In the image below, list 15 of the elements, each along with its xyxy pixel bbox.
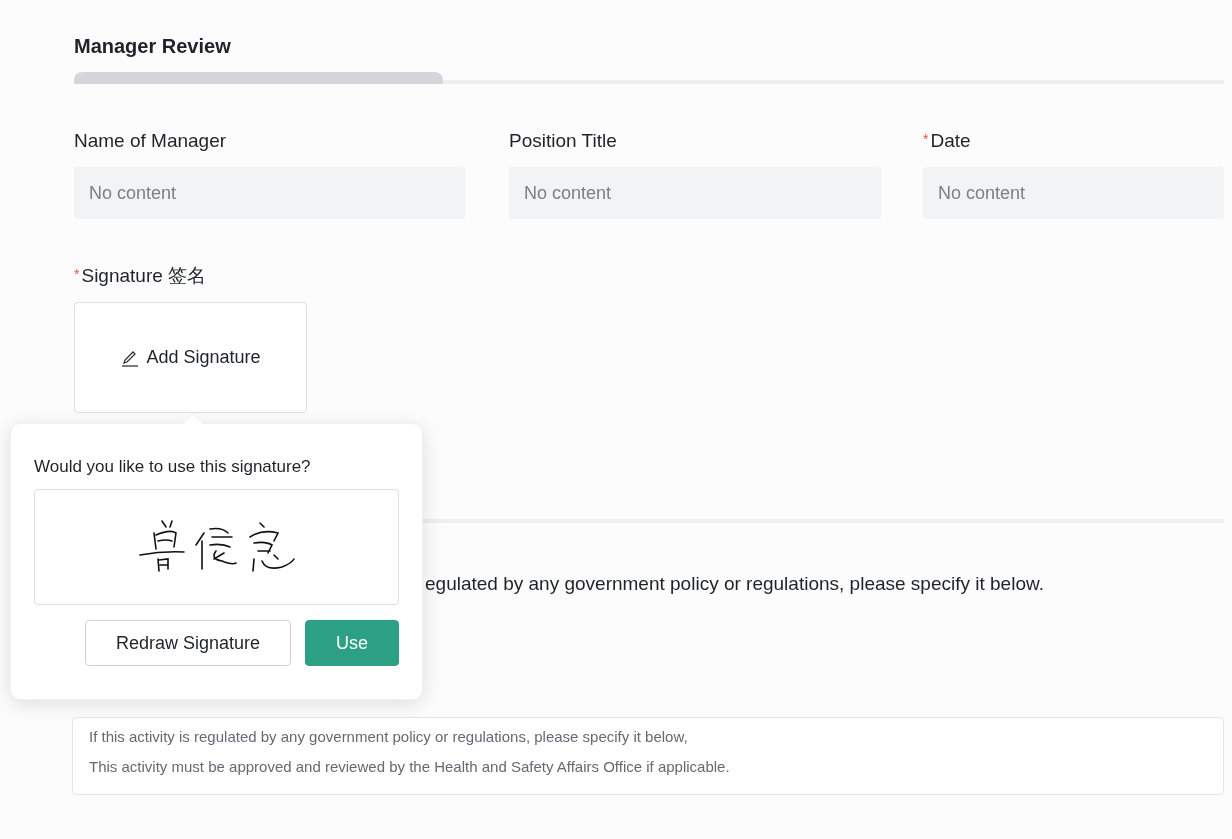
field-label: Position Title bbox=[509, 129, 617, 153]
popover-prompt: Would you like to use this signature? bbox=[34, 456, 311, 478]
field-label: Date bbox=[930, 129, 971, 153]
field-label: Name of Manager bbox=[74, 129, 227, 153]
add-signature-button[interactable]: Add Signature bbox=[74, 302, 307, 413]
input-field[interactable]: No content bbox=[74, 167, 465, 219]
input-field[interactable]: No content bbox=[923, 167, 1224, 219]
field-label: Signature 签名 bbox=[81, 264, 207, 288]
notes-field[interactable]: If this activity is regulated by any government policy or regulations, please specify it below, This activity must be approved and reviewed by the Health and Safety Affairs Office if applicable. bbox=[72, 717, 1224, 795]
section-title: Manager Review bbox=[74, 34, 231, 59]
input-field[interactable]: No content bbox=[509, 167, 881, 219]
redraw-button[interactable]: Redraw Signature bbox=[85, 620, 291, 666]
required-asterisk: * bbox=[923, 130, 929, 149]
question-text: egulated by any government policy or regulations, please specify it below. bbox=[425, 573, 1044, 594]
required-asterisk: * bbox=[74, 265, 80, 284]
